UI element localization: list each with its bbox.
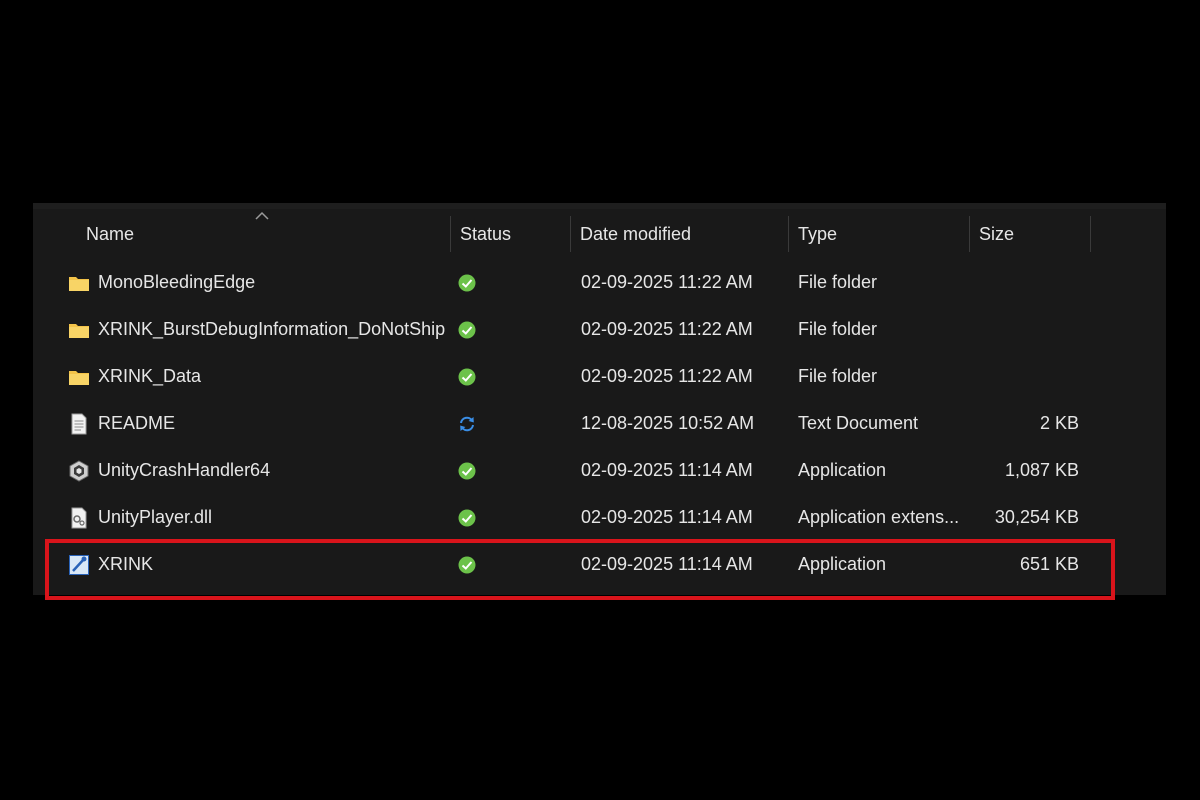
column-divider[interactable] xyxy=(450,216,451,252)
column-header-name[interactable]: Name xyxy=(78,216,450,252)
file-size: 651 KB xyxy=(1019,554,1079,574)
file-row[interactable]: README 12-08-2025 10:52 AM Text Document… xyxy=(33,400,1166,447)
file-type: Application extens... xyxy=(798,507,960,527)
dll-file-icon xyxy=(71,507,87,529)
file-row[interactable]: MonoBleedingEdge 02-09-2025 11:22 AM Fil… xyxy=(33,259,1166,306)
file-name: MonoBleedingEdge xyxy=(98,272,256,292)
file-type: Application xyxy=(798,554,887,574)
file-name: XRINK_Data xyxy=(98,366,202,386)
column-divider[interactable] xyxy=(788,216,789,252)
column-header-date-modified[interactable]: Date modified xyxy=(572,216,788,252)
file-size: 30,254 KB xyxy=(994,507,1079,527)
file-date-modified: 02-09-2025 11:22 AM xyxy=(581,366,753,386)
file-name: UnityPlayer.dll xyxy=(98,507,213,527)
file-date-modified: 12-08-2025 10:52 AM xyxy=(581,413,755,433)
file-size: 1,087 KB xyxy=(1004,460,1079,480)
folder-icon xyxy=(69,277,89,291)
file-size xyxy=(973,259,1079,306)
synced-check-icon xyxy=(458,274,476,292)
text-document-icon xyxy=(71,413,87,435)
column-divider[interactable] xyxy=(969,216,970,252)
column-header-row: Name Status Date modified Type Size xyxy=(33,216,1166,252)
file-list-panel: Name Status Date modified Type Size Mono… xyxy=(33,203,1166,595)
column-header-type[interactable]: Type xyxy=(790,216,969,252)
file-size: 2 KB xyxy=(1039,413,1079,433)
file-type: File folder xyxy=(798,272,878,292)
file-row[interactable]: XRINK_BurstDebugInformation_DoNotShip 02… xyxy=(33,306,1166,353)
synced-check-icon xyxy=(458,321,476,339)
column-header-status[interactable]: Status xyxy=(452,216,570,252)
column-header-size[interactable]: Size xyxy=(971,216,1090,252)
file-date-modified: 02-09-2025 11:22 AM xyxy=(581,272,753,292)
panel-top-edge xyxy=(33,203,1166,209)
file-date-modified: 02-09-2025 11:14 AM xyxy=(581,554,753,574)
synced-check-icon xyxy=(458,509,476,527)
file-size xyxy=(973,353,1079,400)
file-date-modified: 02-09-2025 11:14 AM xyxy=(581,507,753,527)
file-row[interactable]: UnityCrashHandler64 02-09-2025 11:14 AM … xyxy=(33,447,1166,494)
file-name: XRINK_BurstDebugInformation_DoNotShip xyxy=(98,319,446,339)
folder-icon xyxy=(69,371,89,385)
file-date-modified: 02-09-2025 11:22 AM xyxy=(581,319,753,339)
column-divider[interactable] xyxy=(570,216,571,252)
synced-check-icon xyxy=(458,368,476,386)
xrink-app-icon xyxy=(69,555,89,575)
file-type: Text Document xyxy=(798,413,919,433)
synced-check-icon xyxy=(458,462,476,480)
file-size xyxy=(973,306,1079,353)
file-row[interactable]: UnityPlayer.dll 02-09-2025 11:14 AM Appl… xyxy=(33,494,1166,541)
syncing-arrows-icon xyxy=(460,416,474,432)
folder-icon xyxy=(69,324,89,338)
file-type: Application xyxy=(798,460,887,480)
unity-app-icon xyxy=(69,460,89,482)
file-name: README xyxy=(98,413,176,433)
file-type: File folder xyxy=(798,366,878,386)
file-name: UnityCrashHandler64 xyxy=(98,460,271,480)
file-row[interactable]: XRINK_Data 02-09-2025 11:22 AM File fold… xyxy=(33,353,1166,400)
file-name: XRINK xyxy=(98,554,154,574)
file-date-modified: 02-09-2025 11:14 AM xyxy=(581,460,753,480)
file-row[interactable]: XRINK 02-09-2025 11:14 AM Application 65… xyxy=(33,541,1166,588)
file-type: File folder xyxy=(798,319,878,339)
column-divider[interactable] xyxy=(1090,216,1091,252)
synced-check-icon xyxy=(458,556,476,574)
